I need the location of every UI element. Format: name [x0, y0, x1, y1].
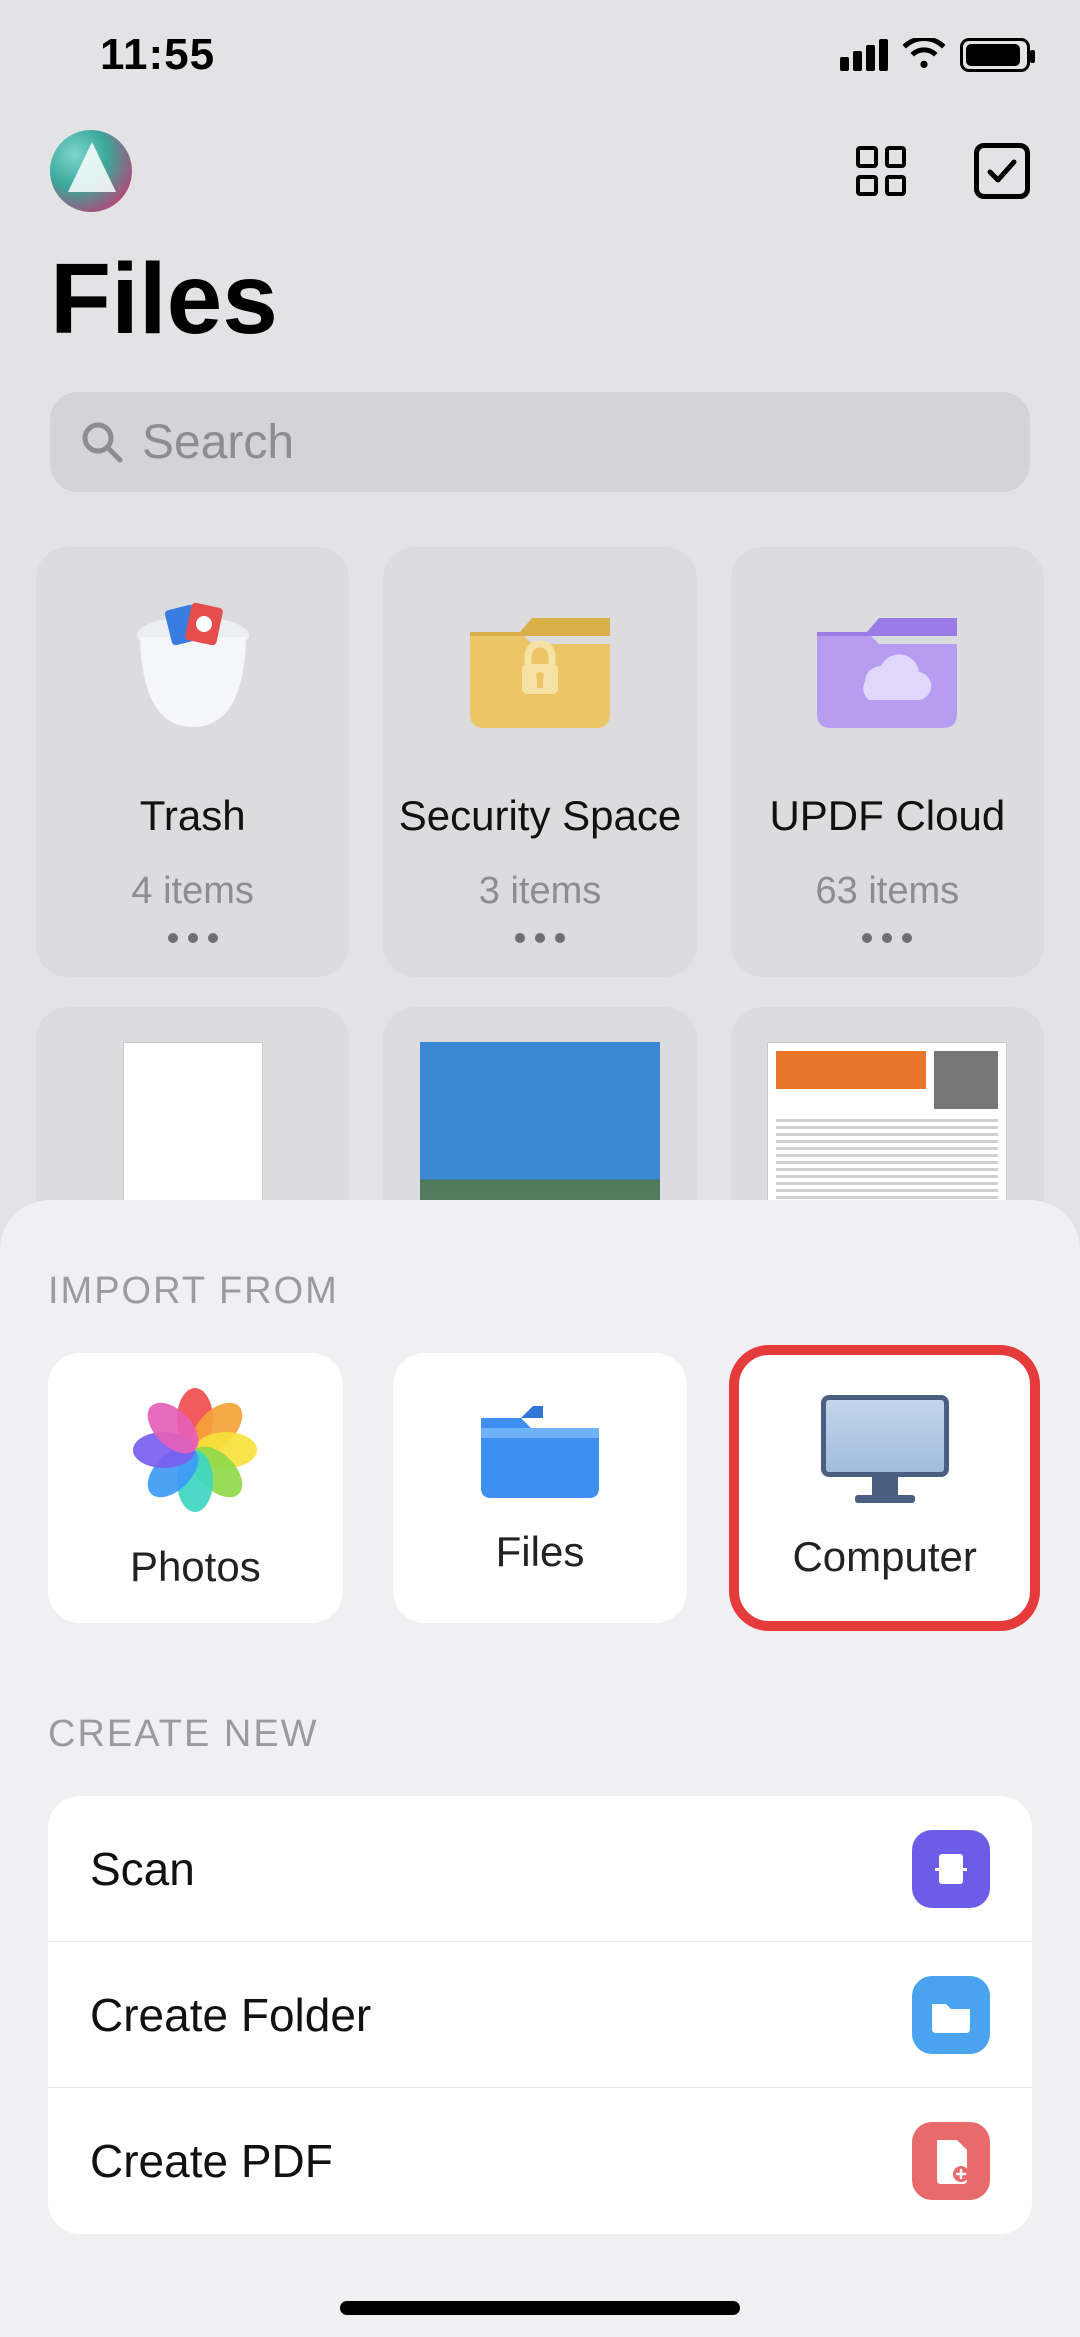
import-grid: Photos Files Computer [48, 1353, 1032, 1623]
import-photos-button[interactable]: Photos [48, 1353, 343, 1623]
folder-count: 63 items [816, 870, 960, 913]
create-pdf-button[interactable]: Create PDF [48, 2088, 1032, 2234]
create-section-header: CREATE NEW [48, 1713, 1032, 1756]
action-sheet: IMPORT FROM Photos Files Computer [0, 1200, 1080, 2337]
folder-icon [475, 1400, 605, 1500]
search-placeholder: Search [142, 415, 294, 470]
create-list: Scan Create Folder Create PDF [48, 1796, 1032, 2234]
folder-icon [912, 1976, 990, 2054]
import-label: Computer [792, 1533, 976, 1581]
folder-name: Security Space [399, 792, 681, 840]
computer-icon [820, 1395, 950, 1505]
import-label: Files [496, 1528, 585, 1576]
search-input[interactable]: Search [50, 392, 1030, 492]
list-label: Create PDF [90, 2134, 333, 2188]
folder-count: 4 items [131, 870, 253, 913]
folder-card-security[interactable]: Security Space 3 items [383, 547, 696, 977]
select-mode-button[interactable] [974, 143, 1030, 199]
folder-count: 3 items [479, 870, 601, 913]
folder-grid: Trash 4 items Security Space 3 items [0, 492, 1080, 977]
battery-icon [960, 38, 1030, 72]
folder-card-trash[interactable]: Trash 4 items [36, 547, 349, 977]
home-indicator[interactable] [340, 2301, 740, 2315]
search-icon [80, 420, 124, 464]
status-bar: 11:55 [0, 0, 1080, 110]
lock-folder-icon [455, 592, 625, 742]
create-folder-button[interactable]: Create Folder [48, 1942, 1032, 2088]
page-title: Files [0, 212, 1080, 367]
photos-icon [130, 1385, 260, 1515]
import-files-button[interactable]: Files [393, 1353, 688, 1623]
import-section-header: IMPORT FROM [48, 1270, 1032, 1313]
folder-card-cloud[interactable]: UPDF Cloud 63 items [731, 547, 1044, 977]
more-icon[interactable] [862, 933, 912, 943]
trash-icon [108, 592, 278, 742]
folder-name: UPDF Cloud [769, 792, 1005, 840]
avatar[interactable] [50, 130, 132, 212]
folder-name: Trash [140, 792, 246, 840]
import-computer-button[interactable]: Computer [737, 1353, 1032, 1623]
pdf-icon [912, 2122, 990, 2200]
cellular-icon [840, 39, 888, 71]
more-icon[interactable] [168, 933, 218, 943]
status-icons [840, 38, 1030, 72]
import-label: Photos [130, 1543, 261, 1591]
scan-button[interactable]: Scan [48, 1796, 1032, 1942]
list-label: Scan [90, 1842, 195, 1896]
status-time: 11:55 [100, 30, 215, 80]
wifi-icon [902, 38, 946, 72]
list-label: Create Folder [90, 1988, 371, 2042]
app-header [0, 110, 1080, 212]
more-icon[interactable] [515, 933, 565, 943]
scan-icon [912, 1830, 990, 1908]
cloud-folder-icon [802, 592, 972, 742]
view-grid-icon[interactable] [856, 146, 906, 196]
